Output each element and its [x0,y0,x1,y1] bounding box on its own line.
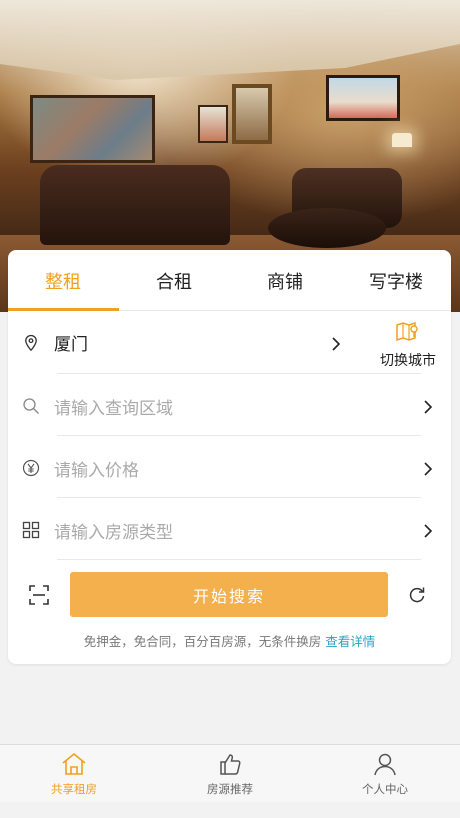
nav-recommend-label: 房源推荐 [207,782,253,796]
switch-city-label: 切换城市 [380,353,436,369]
search-row: 开始搜索 [8,570,451,622]
tab-shop[interactable]: 商铺 [230,268,340,294]
type-input-row[interactable]: 请输入房源类型 [8,498,451,560]
user-icon [374,753,396,776]
price-input-placeholder: 请输入价格 [54,461,139,481]
nav-profile[interactable]: 个人中心 [325,751,445,797]
hero-sofa [40,165,230,245]
price-input-row[interactable]: 请输入价格 [8,436,451,498]
tab-office[interactable]: 写字楼 [341,268,451,294]
hero-wall-painting [30,95,155,163]
switch-city-button[interactable]: 切换城市 [375,320,441,370]
bottom-nav: 共享租房 房源推荐 个人中心 [0,744,460,802]
chevron-right-icon [424,462,433,476]
grid-icon [22,521,40,539]
nav-shared-rent-label: 共享租房 [51,782,97,796]
tab-whole-rent[interactable]: 整租 [8,268,118,294]
tab-shared-rent[interactable]: 合租 [119,268,229,294]
area-input-row[interactable]: 请输入查询区域 [8,374,451,436]
city-row[interactable]: 厦门 切换城市 [8,312,451,374]
search-card: 整租 合租 商铺 写字楼 厦门 切换城市 请输入查询区域 请输入价格 请输入房源… [8,250,451,664]
location-pin-icon [25,334,37,352]
refresh-icon[interactable] [407,585,427,605]
area-input-placeholder: 请输入查询区域 [54,399,173,419]
active-tab-indicator [8,308,119,311]
city-value: 厦门 [54,335,88,355]
hero-beach-painting [326,75,400,121]
hero-mirror [232,84,272,144]
chevron-right-icon [424,400,433,414]
nav-recommend[interactable]: 房源推荐 [170,751,290,797]
scan-icon[interactable] [28,584,50,606]
promo-text-line: 免押金，免合同，百分百房源，无条件换房 查看详情 [8,631,451,650]
thumbs-up-icon [220,754,241,775]
hero-coffee-table [268,208,386,248]
nav-shared-rent[interactable]: 共享租房 [14,751,134,797]
map-icon [396,321,418,342]
view-details-link[interactable]: 查看详情 [325,634,375,649]
chevron-right-icon [332,337,341,351]
home-icon [62,752,86,775]
start-search-button[interactable]: 开始搜索 [70,572,388,617]
yen-icon [22,459,40,477]
nav-profile-label: 个人中心 [362,782,408,796]
promo-text: 免押金，免合同，百分百房源，无条件换房 [83,634,322,649]
hero-lamp [392,133,412,147]
divider [57,559,421,560]
chevron-right-icon [424,524,433,538]
hero-ceiling [0,0,460,80]
type-input-placeholder: 请输入房源类型 [54,523,173,543]
hero-small-painting [198,105,228,143]
search-icon [23,398,39,414]
rent-type-tabs: 整租 合租 商铺 写字楼 [8,250,451,311]
